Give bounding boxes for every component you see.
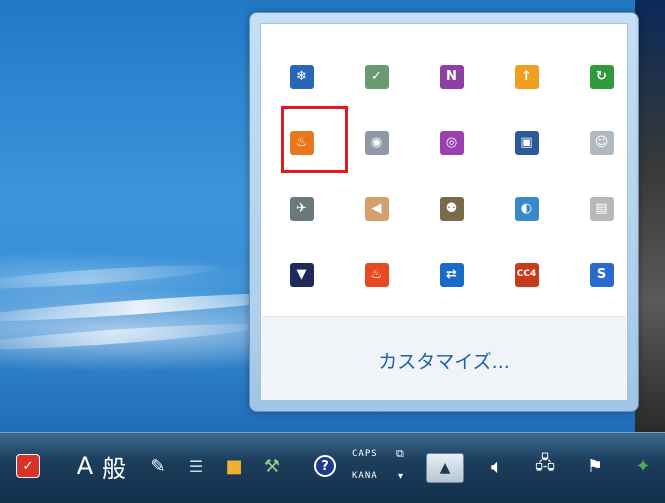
emoticon-icon[interactable]: ☺: [585, 126, 618, 159]
flyout-panel: ❄ ✓ N ↑ ↻ ♨ ◉ ◎ ▣ ☺ ✈ ◀ ⚉ ◐ ▤ ▼ ♨ ⇄ CC4 S カスタマイズ...: [260, 23, 628, 401]
bitlocker-glyph: ❄: [289, 64, 314, 89]
monitor-icon[interactable]: ▣: [510, 126, 543, 159]
satellite-icon[interactable]: ✈: [285, 192, 318, 225]
notification-area-flyout: ❄ ✓ N ↑ ↻ ♨ ◉ ◎ ▣ ☺ ✈ ◀ ⚉ ◐ ▤ ▼ ♨ ⇄ CC4 S カスタマイズ...: [249, 12, 639, 412]
webcam-icon[interactable]: ◉: [360, 126, 393, 159]
cc4-icon[interactable]: CC4: [510, 258, 543, 291]
customize-link[interactable]: カスタマイズ...: [262, 347, 626, 374]
flame-glyph: ♨: [364, 262, 389, 287]
wireless-signal-icon[interactable]: ◎: [435, 126, 468, 159]
taskbar: ✓ A 般 ✎ ☰ ■ ⚒ ? CAPS KANA ⧉ ▾ ▲ 🔈︎ 🖧︎ ⚑ …: [0, 432, 665, 503]
network-icon[interactable]: 🖧︎: [530, 451, 560, 481]
help-glyph: ?: [314, 455, 336, 477]
onenote-icon[interactable]: N: [435, 60, 468, 93]
emoticon-glyph: ☺: [589, 130, 614, 155]
wireless-signal-glyph: ◎: [439, 130, 464, 155]
customize-footer: カスタマイズ...: [262, 316, 626, 400]
ime-help-icon[interactable]: ?: [312, 451, 338, 481]
teamviewer-glyph: ⇄: [439, 262, 464, 287]
s-logo-icon[interactable]: S: [585, 258, 618, 291]
show-hidden-icons-button[interactable]: ▲: [426, 453, 464, 483]
onenote-glyph: N: [439, 64, 464, 89]
ime-dictionary-icon[interactable]: ☰: [182, 451, 210, 481]
eye-icon[interactable]: ◐: [510, 192, 543, 225]
eye-glyph: ◐: [514, 196, 539, 221]
bitlocker-icon[interactable]: ❄: [285, 60, 318, 93]
ime-kanji-indicator[interactable]: 般: [97, 451, 131, 483]
cc4-glyph: CC4: [514, 262, 539, 287]
users-icon[interactable]: ⚉: [435, 192, 468, 225]
ime-dropdown-icon[interactable]: ▾: [398, 469, 403, 483]
kana-indicator: KANA: [352, 471, 378, 481]
wallpaper-streak: [0, 260, 221, 294]
ime-mode-indicator[interactable]: A: [74, 451, 96, 481]
update-arrow-icon[interactable]: ↑: [510, 60, 543, 93]
s-logo-glyph: S: [589, 262, 614, 287]
volume-icon[interactable]: 🔈︎: [482, 451, 512, 481]
webcam-glyph: ◉: [364, 130, 389, 155]
update-arrow-glyph: ↑: [514, 64, 539, 89]
down-circle-glyph: ▼: [289, 262, 314, 287]
windows-update-icon[interactable]: ✦: [628, 451, 658, 481]
action-center-flag-icon[interactable]: ⚑: [580, 451, 610, 481]
wallpaper-streak: [0, 319, 261, 355]
down-circle-icon[interactable]: ▼: [285, 258, 318, 291]
green-sync-icon[interactable]: ↻: [585, 60, 618, 93]
monitor-glyph: ▣: [514, 130, 539, 155]
speaker-icon[interactable]: ◀: [360, 192, 393, 225]
background-window-edge: [635, 0, 665, 432]
ime-window-icon[interactable]: ⧉: [396, 447, 404, 461]
tray-icon-grid: ❄ ✓ N ↑ ↻ ♨ ◉ ◎ ▣ ☺ ✈ ◀ ⚉ ◐ ▤ ▼ ♨ ⇄ CC4 S: [285, 60, 618, 291]
users-glyph: ⚉: [439, 196, 464, 221]
network-map-glyph: ✓: [364, 64, 389, 89]
caps-indicator: CAPS: [352, 449, 378, 459]
keyboard-icon[interactable]: ▤: [585, 192, 618, 225]
keyboard-glyph: ▤: [589, 196, 614, 221]
java-icon-highlight: [281, 106, 348, 173]
green-sync-glyph: ↻: [589, 64, 614, 89]
ime-toolbox-icon[interactable]: ■: [220, 451, 248, 481]
teamviewer-icon[interactable]: ⇄: [435, 258, 468, 291]
ime-tools-icon[interactable]: ⚒: [258, 451, 286, 481]
red-check-app-icon[interactable]: ✓: [14, 451, 42, 481]
speaker-glyph: ◀: [364, 196, 389, 221]
network-map-icon[interactable]: ✓: [360, 60, 393, 93]
ime-brush-icon[interactable]: ✎: [144, 451, 172, 481]
flame-icon[interactable]: ♨: [360, 258, 393, 291]
satellite-glyph: ✈: [289, 196, 314, 221]
